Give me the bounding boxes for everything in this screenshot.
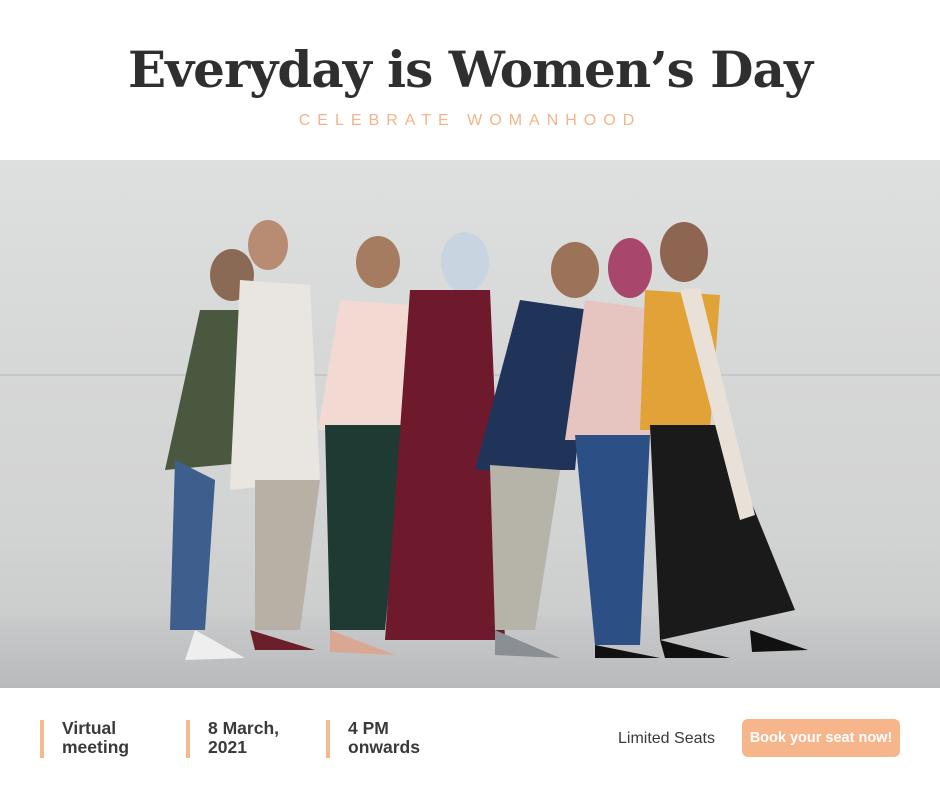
limited-seats-label: Limited Seats [618, 730, 715, 747]
person-2 [230, 220, 320, 650]
accent-bar [40, 720, 44, 758]
page-title: Everyday is Women’s Day [127, 40, 813, 99]
date-text: 8 March, 2021 [208, 719, 328, 757]
format-line-1: Virtual [62, 718, 117, 738]
accent-bar [326, 720, 330, 758]
people-illustration [165, 220, 808, 660]
person-7 [640, 222, 808, 658]
book-seat-button[interactable]: Book your seat now! [742, 719, 900, 757]
header: Everyday is Women’s Day CELEBRATE WOMANH… [0, 0, 940, 160]
group-photo [0, 160, 940, 688]
page-subtitle: CELEBRATE WOMANHOOD [298, 112, 642, 129]
event-info-bar: Virtual meeting 8 March, 2021 4 PM onwar… [0, 688, 940, 788]
format-line-2: meeting [62, 737, 130, 757]
time-line-1: 4 PM [348, 718, 389, 738]
accent-bar [186, 720, 190, 758]
date-line-1: 8 March, [208, 718, 279, 738]
time-line-2: onwards [348, 737, 420, 757]
time-text: 4 PM onwards [348, 719, 468, 757]
format-text: Virtual meeting [62, 719, 182, 757]
date-line-2: 2021 [208, 737, 247, 757]
